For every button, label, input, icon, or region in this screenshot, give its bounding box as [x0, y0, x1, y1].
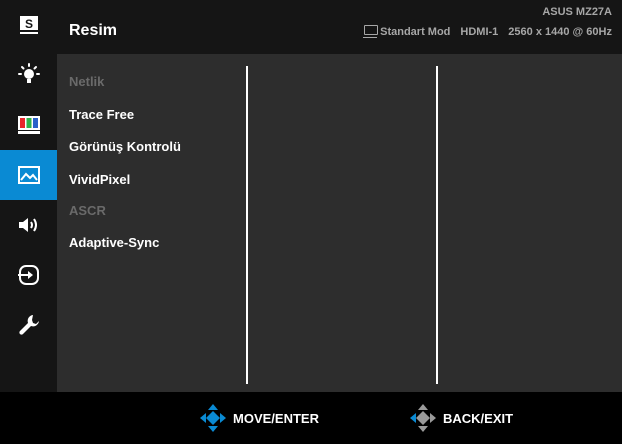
back-exit-button[interactable]: BACK/EXIT [409, 402, 513, 434]
wrench-icon [18, 315, 39, 335]
page-title: Resim [69, 22, 118, 39]
input-text: HDMI-1 [460, 26, 499, 38]
menu-item-trace-free[interactable]: Trace Free [69, 107, 134, 122]
color-bars-icon [17, 116, 40, 134]
menu-item-adaptive-sync[interactable]: Adaptive-Sync [69, 235, 159, 250]
monitor-mode-icon [363, 25, 379, 38]
column-divider [436, 66, 438, 384]
sidebar-item-input[interactable] [0, 250, 57, 300]
speaker-icon [18, 218, 37, 232]
content-panel: Netlik Trace Free Görünüş Kontrolü Vivid… [57, 54, 622, 392]
sidebar-item-color[interactable] [0, 100, 57, 150]
sidebar-item-system[interactable] [0, 300, 57, 350]
sidebar-item-splendid[interactable]: S [0, 0, 57, 50]
menu-item-netlik: Netlik [69, 74, 105, 89]
column-divider [246, 66, 248, 384]
move-enter-button[interactable]: MOVE/ENTER [199, 402, 319, 434]
back-exit-label: BACK/EXIT [443, 410, 514, 426]
sidebar-item-image[interactable] [0, 150, 57, 200]
splendid-s-icon: S [19, 16, 38, 34]
sidebar-item-sound[interactable] [0, 200, 57, 250]
move-enter-label: MOVE/ENTER [233, 410, 319, 426]
mode-text: Standart Mod [380, 26, 451, 38]
model-name: ASUS MZ27A [542, 6, 612, 18]
menu-item-vividpixel[interactable]: VividPixel [69, 172, 130, 187]
sidebar-item-blue-light[interactable] [0, 50, 57, 100]
osd-window: S Resim ASUS MZ27A Standart Mod HDMI-1 2… [0, 0, 622, 444]
image-icon [17, 166, 40, 184]
menu-item-ascr: ASCR [69, 203, 106, 218]
input-select-icon [17, 265, 39, 285]
dpad-all-icon [200, 404, 226, 432]
dpad-left-icon [410, 404, 436, 432]
resolution-text: 2560 x 1440 @ 60Hz [508, 26, 612, 38]
header: Resim ASUS MZ27A Standart Mod HDMI-1 256… [57, 0, 622, 54]
blue-light-filter-icon [17, 63, 40, 83]
svg-text:S: S [24, 17, 32, 31]
menu-item-gorunus-kontrolu[interactable]: Görünüş Kontrolü [69, 139, 181, 154]
footer: MOVE/ENTER BACK/EXIT [0, 392, 622, 444]
status-bar: Standart Mod HDMI-1 2560 x 1440 @ 60Hz [363, 25, 612, 38]
sidebar: S [0, 0, 57, 392]
